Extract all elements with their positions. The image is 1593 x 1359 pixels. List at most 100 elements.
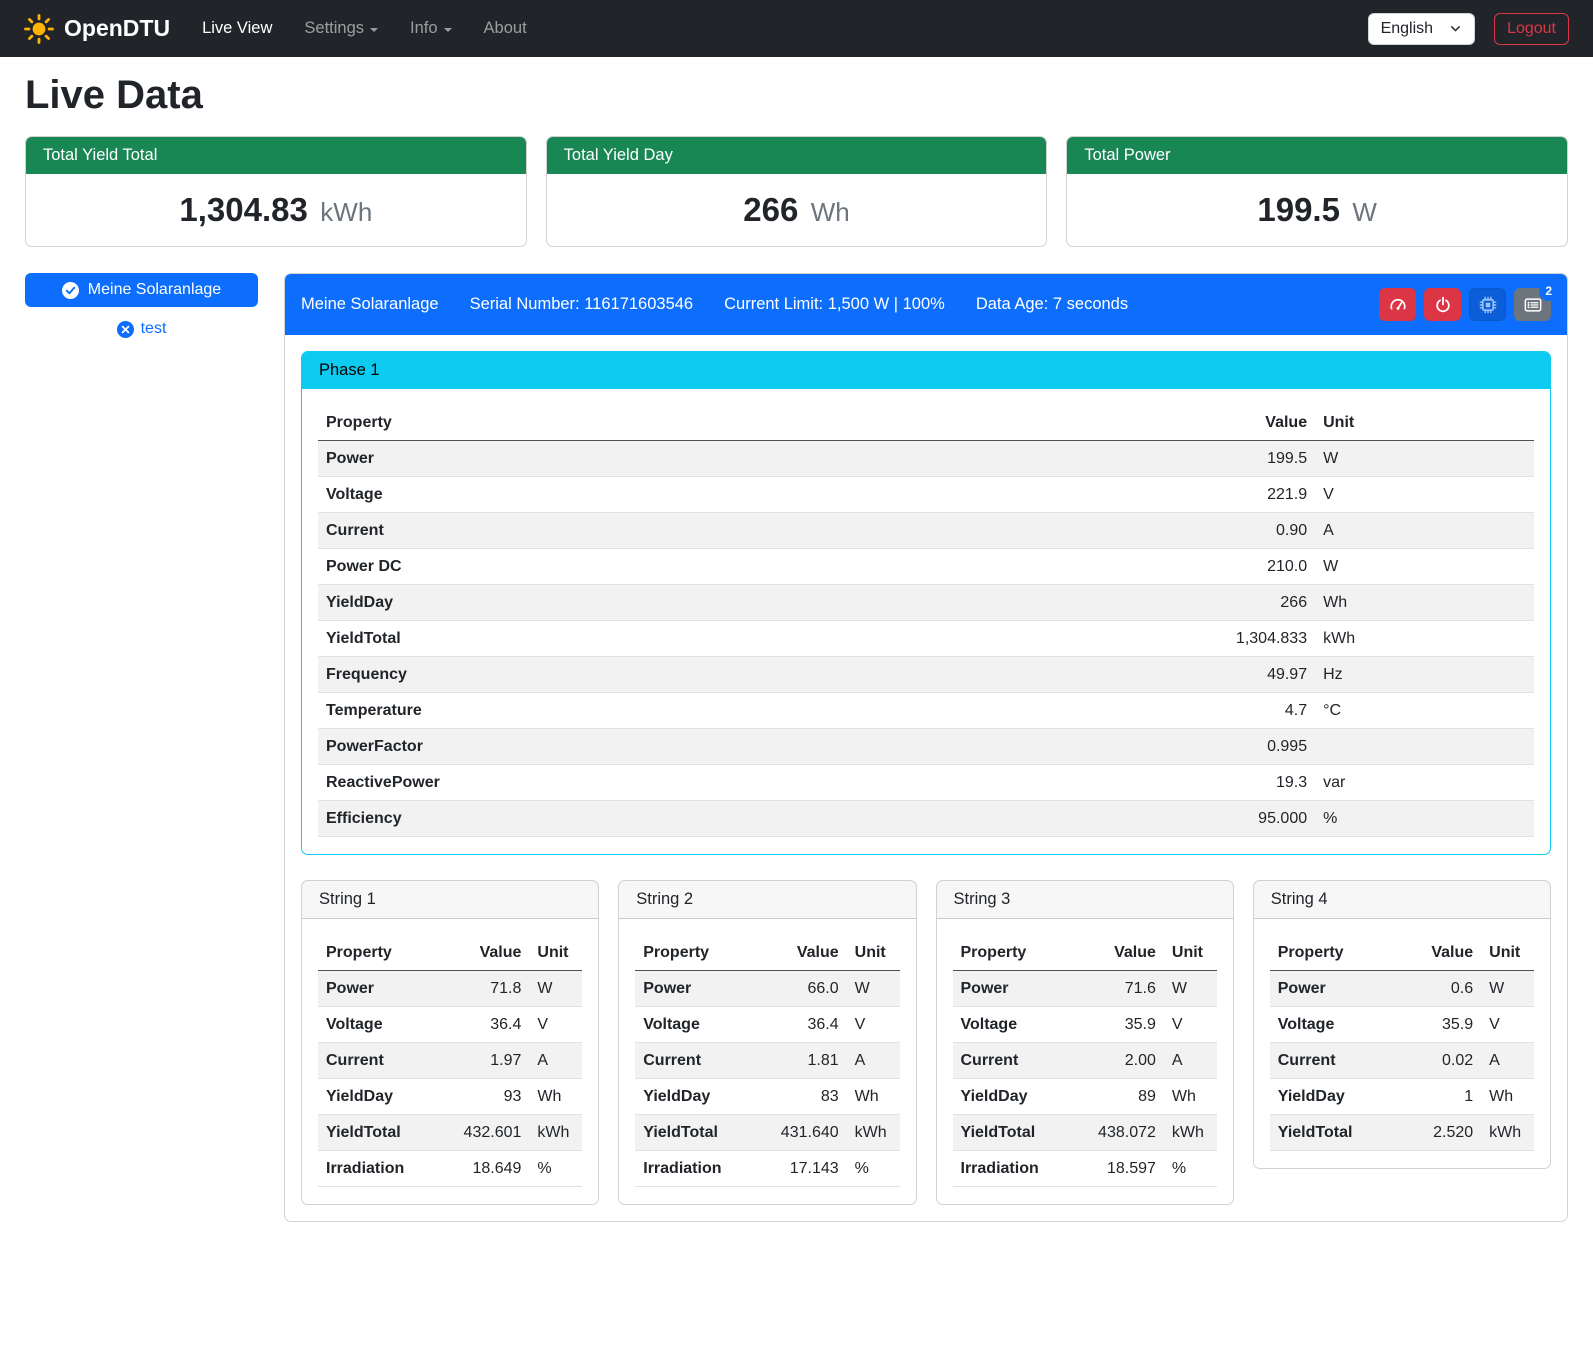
table-row: Irradiation 18.597 % [953,1151,1217,1187]
property-value: 1.97 [434,1043,529,1079]
property-unit: kWh [847,1115,900,1151]
string-table: Property Value Unit Power 0.6 W Voltage … [1270,935,1534,1151]
property-name: Voltage [635,1007,751,1043]
property-name: Voltage [318,1007,434,1043]
summary-card-title: Total Power [1067,137,1567,174]
property-unit: V [529,1007,582,1043]
content-row: Meine Solaranlage test Meine Solaranlage… [25,273,1568,1222]
table-row: Current 2.00 A [953,1043,1217,1079]
property-value: 2.520 [1386,1115,1481,1151]
property-unit: W [529,971,582,1007]
phase-title: Phase 1 [302,352,1550,389]
property-unit [1315,729,1534,765]
cpu-icon [1479,296,1497,314]
string-table: Property Value Unit Power 71.8 W Voltage… [318,935,582,1187]
table-row: YieldTotal 432.601 kWh [318,1115,582,1151]
nav-menu: Live View Settings Info About [186,11,543,46]
table-row: YieldDay 266 Wh [318,585,1534,621]
sidebar-item-test[interactable]: test [25,320,258,338]
table-row: YieldDay 93 Wh [318,1079,582,1115]
property-unit: Hz [1315,657,1534,693]
property-value: 89 [1069,1079,1164,1115]
string-card-string-1: String 1 Property Value Unit Power 71.8 … [301,880,599,1205]
logout-button[interactable]: Logout [1494,13,1569,45]
table-row: Current 0.90 A [318,513,1534,549]
property-name: Power [1270,971,1386,1007]
column-header-property: Property [635,935,751,971]
table-row: Power 199.5 W [318,441,1534,477]
summary-unit: kWh [320,197,372,227]
column-header-property: Property [1270,935,1386,971]
summary-unit: W [1352,197,1377,227]
property-value: 199.5 [987,441,1315,477]
string-card-string-3: String 3 Property Value Unit Power 71.6 … [936,880,1234,1205]
property-name: YieldDay [635,1079,751,1115]
property-unit: V [1164,1007,1217,1043]
property-value: 71.8 [434,971,529,1007]
sidebar-item-label: test [141,320,167,338]
property-name: Frequency [318,657,987,693]
device-info-button[interactable] [1469,288,1506,321]
table-row: YieldTotal 438.072 kWh [953,1115,1217,1151]
sidebar-item-meine-solaranlage[interactable]: Meine Solaranlage [25,273,258,307]
table-row: Voltage 35.9 V [953,1007,1217,1043]
table-row: YieldDay 1 Wh [1270,1079,1534,1115]
property-name: Power [318,441,987,477]
table-row: YieldTotal 431.640 kWh [635,1115,899,1151]
column-header-property: Property [318,405,987,441]
nav-item-about[interactable]: About [468,11,543,46]
column-header-unit: Unit [1164,935,1217,971]
table-row: ReactivePower 19.3 var [318,765,1534,801]
table-row: YieldDay 89 Wh [953,1079,1217,1115]
event-count-badge: 2 [1539,281,1558,301]
property-name: YieldDay [318,585,987,621]
brand-link[interactable]: OpenDTU [24,14,170,44]
table-row: YieldTotal 2.520 kWh [1270,1115,1534,1151]
property-unit: kWh [529,1115,582,1151]
property-unit: kWh [1164,1115,1217,1151]
table-row: Voltage 36.4 V [635,1007,899,1043]
property-unit: V [1481,1007,1534,1043]
nav-item-live-view[interactable]: Live View [186,11,288,46]
table-row: Current 1.81 A [635,1043,899,1079]
property-value: 221.9 [987,477,1315,513]
property-unit: A [1164,1043,1217,1079]
phase-table: Property Value Unit Power 199.5 W Voltag… [318,405,1534,837]
property-name: Irradiation [635,1151,751,1187]
chevron-down-icon [370,28,378,32]
column-header-property: Property [318,935,434,971]
property-name: ReactivePower [318,765,987,801]
table-row: Irradiation 18.649 % [318,1151,582,1187]
property-value: 83 [752,1079,847,1115]
language-value: English [1381,20,1433,38]
column-header-unit: Unit [847,935,900,971]
property-value: 95.000 [987,801,1315,837]
property-value: 431.640 [752,1115,847,1151]
nav-item-settings[interactable]: Settings [288,11,394,46]
nav-item-info[interactable]: Info [394,11,468,46]
column-header-value: Value [987,405,1315,441]
table-row: PowerFactor 0.995 [318,729,1534,765]
string-card-title: String 4 [1254,881,1550,919]
string-card-string-2: String 2 Property Value Unit Power 66.0 … [618,880,916,1205]
property-name: Efficiency [318,801,987,837]
table-row: Voltage 35.9 V [1270,1007,1534,1043]
language-select[interactable]: English [1368,13,1475,45]
event-log-button[interactable]: 2 [1514,288,1551,321]
inverter-panel-header: Meine Solaranlage Serial Number: 1161716… [285,274,1567,335]
column-header-unit: Unit [529,935,582,971]
property-name: Irradiation [318,1151,434,1187]
property-unit: °C [1315,693,1534,729]
property-value: 432.601 [434,1115,529,1151]
property-unit: % [1315,801,1534,837]
property-value: 66.0 [752,971,847,1007]
property-value: 93 [434,1079,529,1115]
inverter-serial: Serial Number: 116171603546 [470,295,694,314]
nav-item-label: Live View [202,19,272,38]
power-toggle-button[interactable] [1424,288,1461,321]
property-unit: W [1481,971,1534,1007]
table-header-row: Property Value Unit [953,935,1217,971]
property-name: Current [635,1043,751,1079]
string-card-title: String 2 [619,881,915,919]
limit-settings-button[interactable] [1379,288,1416,321]
